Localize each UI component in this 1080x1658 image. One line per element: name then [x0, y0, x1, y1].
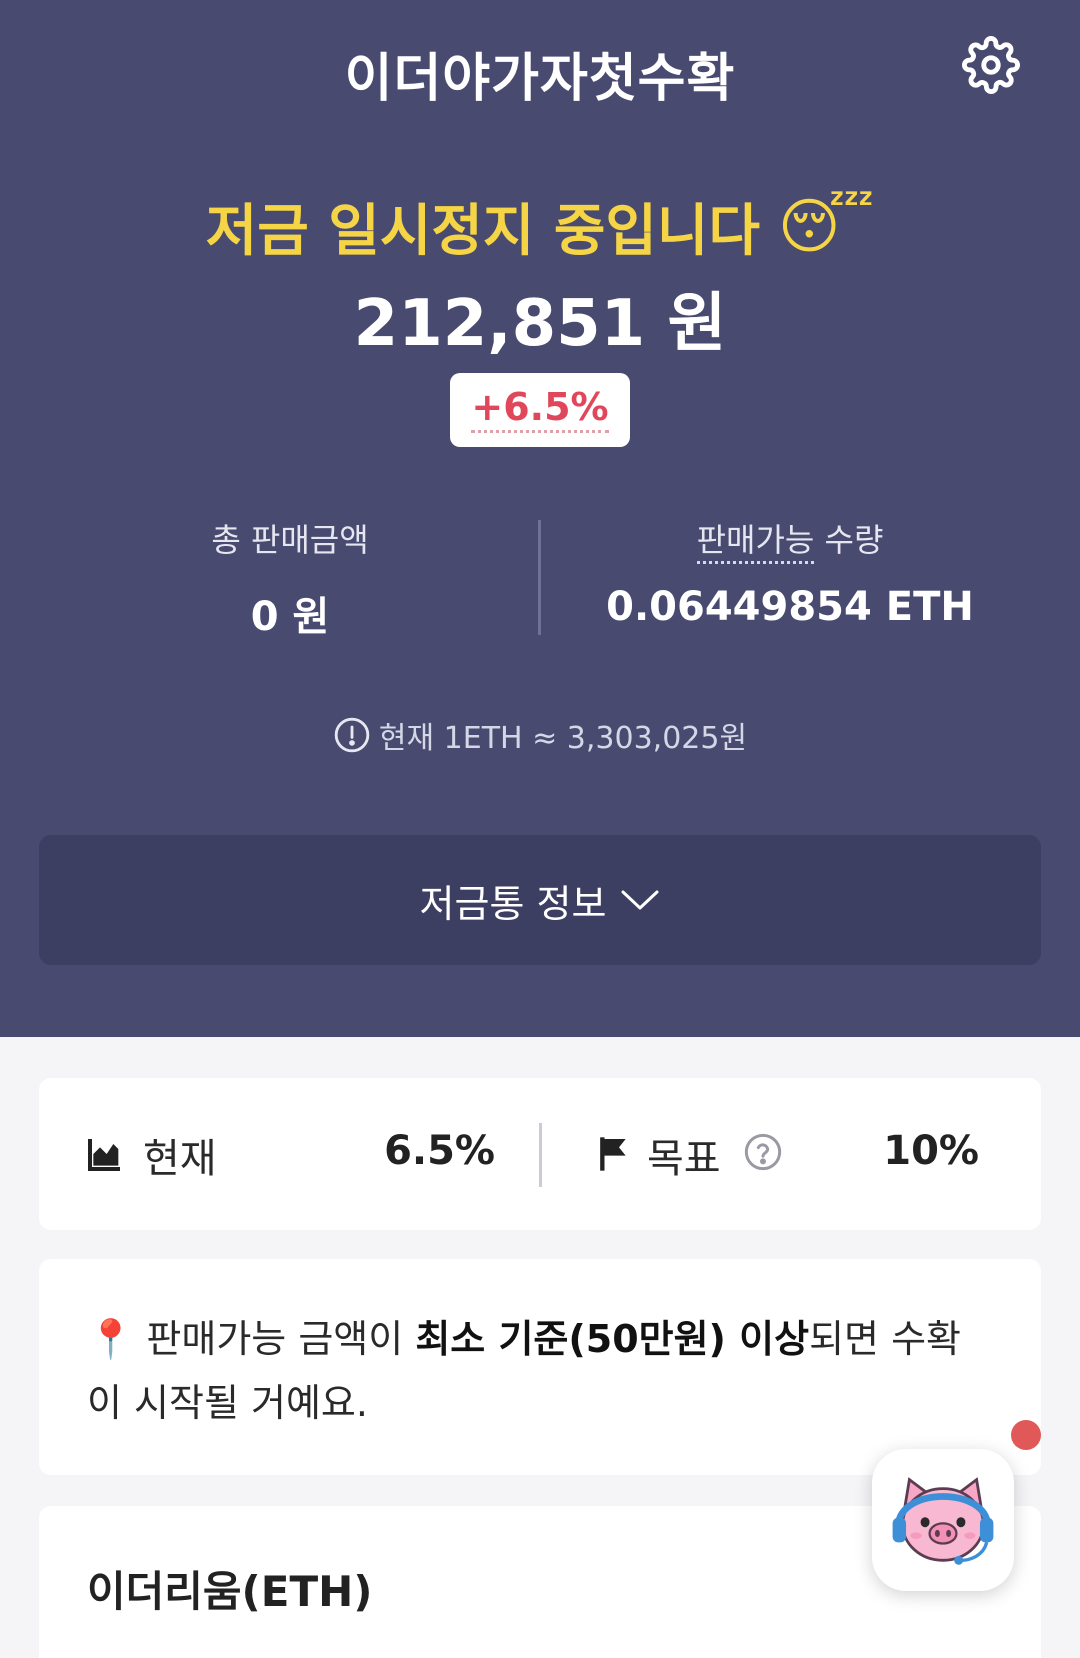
change-badge-text: +6.5%: [471, 386, 609, 434]
summary-panel: 이더야가자첫수확 저금 일시정지 중입니다 😴 212,851 원 +6.5% …: [0, 0, 1080, 1037]
target-rate-value: 10%: [883, 1128, 979, 1174]
total-sales-label: 총 판매금액: [211, 521, 369, 559]
support-chat-button[interactable]: [872, 1449, 1014, 1591]
notice-text: 📍 판매가능 금액이 최소 기준(50만원) 이상되면 수확이 시작될 거예요.: [87, 1307, 987, 1435]
status-text: 저금 일시정지 중입니다: [205, 199, 760, 264]
notice-card: 📍 판매가능 금액이 최소 기준(50만원) 이상되면 수확이 시작될 거예요.: [39, 1259, 1041, 1475]
gear-icon: [962, 36, 1020, 94]
sellable-label[interactable]: 판매가능 수량: [610, 515, 970, 564]
pig-headset-icon: [892, 1477, 994, 1565]
status-message: 저금 일시정지 중입니다 😴: [0, 186, 1080, 267]
change-badge[interactable]: +6.5%: [450, 373, 630, 447]
notification-dot: [1011, 1420, 1041, 1450]
notice-text-before: 판매가능 금액이: [146, 1317, 416, 1361]
pin-icon: 📍: [87, 1317, 135, 1361]
notice-text-bold: 최소 기준(50만원) 이상: [415, 1317, 810, 1361]
info-circle-icon: [334, 717, 370, 753]
flag-icon: [600, 1137, 626, 1171]
piggy-bank-info-label: 저금통 정보: [419, 881, 607, 926]
current-rate-label: 현재: [143, 1136, 217, 1182]
current-amount: 212,851 원: [353, 287, 727, 361]
progress-card: 현재 6.5% 목표 10%: [39, 1078, 1041, 1230]
asset-title: 이더리움(ETH): [87, 1567, 373, 1616]
app-title: 이더야가자첫수확: [344, 49, 736, 109]
settings-button[interactable]: [958, 32, 1024, 98]
progress-divider: [539, 1123, 542, 1187]
help-icon[interactable]: [743, 1132, 783, 1172]
chevron-down-icon: [621, 890, 659, 910]
sellable-value: 0.06449854 ETH: [606, 584, 974, 630]
exchange-rate: 현재 1ETH ≈ 3,303,025원: [0, 713, 1080, 757]
current-rate-value: 6.5%: [384, 1128, 495, 1174]
stat-divider: [538, 520, 541, 635]
target-rate-label: 목표: [647, 1136, 721, 1182]
exchange-rate-text: 현재 1ETH ≈ 3,303,025원: [378, 721, 748, 756]
piggy-bank-info-button[interactable]: 저금통 정보: [39, 835, 1041, 965]
total-sales-value: 0 원: [250, 594, 330, 640]
area-chart-icon: [88, 1139, 120, 1171]
sleeping-face-icon: 😴: [777, 191, 875, 262]
